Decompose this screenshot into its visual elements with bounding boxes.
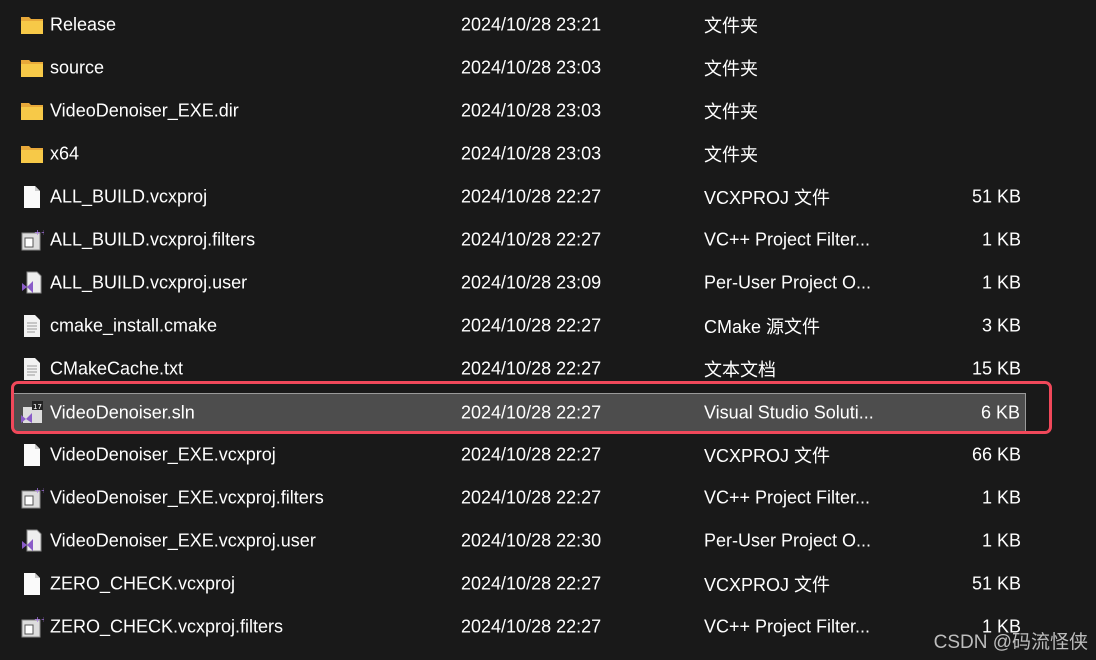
- file-date: 2024/10/28 22:27: [461, 402, 602, 422]
- folder-icon: [20, 13, 44, 37]
- file-name: x64: [50, 143, 80, 164]
- file-type: Per-User Project O...: [704, 530, 872, 551]
- file-row[interactable]: ++ ALL_BUILD.vcxproj.filters 2024/10/28 …: [12, 221, 1026, 259]
- file-date: 2024/10/28 22:27: [461, 444, 602, 465]
- blank-file-icon: [20, 443, 44, 467]
- file-date: 2024/10/28 22:27: [461, 487, 602, 508]
- file-type: VC++ Project Filter...: [704, 616, 871, 637]
- file-type: VCXPROJ 文件: [704, 446, 831, 466]
- file-row[interactable]: x64 2024/10/28 23:03 文件夹: [12, 135, 1026, 173]
- svg-text:++: ++: [34, 228, 44, 237]
- file-row[interactable]: VideoDenoiser_EXE.dir 2024/10/28 23:03 文…: [12, 92, 1026, 130]
- file-size: 1 KB: [981, 487, 1021, 508]
- file-row[interactable]: 17 VideoDenoiser.sln 2024/10/28 22:27 Vi…: [12, 393, 1026, 431]
- file-row[interactable]: ALL_BUILD.vcxproj 2024/10/28 22:27 VCXPR…: [12, 178, 1026, 216]
- file-date: 2024/10/28 23:03: [461, 143, 602, 164]
- file-name: CMakeCache.txt: [50, 358, 184, 379]
- file-size: 6 KB: [980, 402, 1020, 422]
- file-row[interactable]: cmake_install.cmake 2024/10/28 22:27 CMa…: [12, 307, 1026, 345]
- file-name: VideoDenoiser.sln: [50, 402, 195, 422]
- file-type: 文件夹: [704, 16, 758, 36]
- vs-solution-icon: 17: [20, 400, 44, 425]
- filters-file-icon: ++: [20, 615, 47, 639]
- file-type: VC++ Project Filter...: [704, 229, 871, 250]
- file-name: VideoDenoiser_EXE.dir: [50, 100, 239, 121]
- folder-icon: [20, 56, 44, 80]
- file-size: 1 KB: [981, 229, 1021, 250]
- file-row[interactable]: ++ ZERO_CHECK.vcxproj.filters 2024/10/28…: [12, 608, 1026, 646]
- file-name: VideoDenoiser_EXE.vcxproj.user: [50, 530, 316, 551]
- file-type: 文件夹: [704, 59, 758, 79]
- file-name: source: [50, 57, 105, 78]
- file-date: 2024/10/28 22:27: [461, 186, 602, 207]
- file-size: 1 KB: [981, 530, 1021, 551]
- file-size: 66 KB: [971, 444, 1021, 465]
- file-row[interactable]: VideoDenoiser_EXE.vcxproj 2024/10/28 22:…: [12, 436, 1026, 474]
- file-type: VCXPROJ 文件: [704, 575, 831, 595]
- text-file-icon: [20, 314, 44, 338]
- file-date: 2024/10/28 22:27: [461, 229, 602, 250]
- file-date: 2024/10/28 22:27: [461, 573, 602, 594]
- file-name: ALL_BUILD.vcxproj: [50, 186, 208, 207]
- filters-file-icon: ++: [20, 486, 47, 510]
- file-type: VC++ Project Filter...: [704, 487, 871, 508]
- file-type: 文本文档: [704, 360, 776, 380]
- file-name: VideoDenoiser_EXE.vcxproj.filters: [50, 487, 324, 508]
- file-row[interactable]: source 2024/10/28 23:03 文件夹: [12, 49, 1026, 87]
- vs-user-file-icon: [20, 271, 44, 295]
- file-row[interactable]: Release 2024/10/28 23:21 文件夹: [12, 6, 1026, 44]
- file-type: 文件夹: [704, 145, 758, 165]
- blank-file-icon: [20, 572, 44, 596]
- file-row[interactable]: VideoDenoiser_EXE.vcxproj.user 2024/10/2…: [12, 522, 1026, 560]
- file-date: 2024/10/28 22:27: [461, 358, 602, 379]
- text-file-icon: [20, 357, 44, 381]
- svg-text:++: ++: [34, 615, 44, 624]
- folder-icon: [20, 142, 44, 166]
- file-name: cmake_install.cmake: [50, 315, 218, 336]
- file-size: 3 KB: [981, 315, 1021, 336]
- file-row[interactable]: ZERO_CHECK.vcxproj 2024/10/28 22:27 VCXP…: [12, 565, 1026, 603]
- file-name: ZERO_CHECK.vcxproj: [50, 573, 236, 594]
- file-date: 2024/10/28 23:03: [461, 57, 602, 78]
- file-size: 51 KB: [971, 186, 1021, 207]
- svg-text:++: ++: [34, 486, 44, 495]
- file-name: ALL_BUILD.vcxproj.user: [50, 272, 248, 293]
- blank-file-icon: [20, 185, 44, 209]
- file-row[interactable]: ++ VideoDenoiser_EXE.vcxproj.filters 202…: [12, 479, 1026, 517]
- folder-icon: [20, 99, 44, 123]
- watermark: CSDN @码流怪侠: [933, 632, 1088, 653]
- file-type: Visual Studio Soluti...: [704, 402, 874, 422]
- file-name: VideoDenoiser_EXE.vcxproj: [50, 444, 276, 465]
- file-name: ALL_BUILD.vcxproj.filters: [50, 229, 256, 250]
- file-type: 文件夹: [704, 102, 758, 122]
- file-type: VCXPROJ 文件: [704, 188, 831, 208]
- vs-version-badge: 17: [33, 403, 42, 411]
- file-date: 2024/10/28 23:03: [461, 100, 602, 121]
- file-name: ZERO_CHECK.vcxproj.filters: [50, 616, 284, 637]
- file-row[interactable]: ALL_BUILD.vcxproj.user 2024/10/28 23:09 …: [12, 264, 1026, 302]
- filters-file-icon: ++: [20, 228, 47, 252]
- file-size: 15 KB: [971, 358, 1021, 379]
- vs-user-file-icon: [20, 529, 44, 553]
- file-date: 2024/10/28 22:27: [461, 616, 602, 637]
- file-size: 51 KB: [971, 573, 1021, 594]
- file-row[interactable]: CMakeCache.txt 2024/10/28 22:27 文本文档 15 …: [12, 350, 1026, 388]
- file-name: Release: [50, 14, 117, 35]
- file-date: 2024/10/28 23:09: [461, 272, 602, 293]
- file-date: 2024/10/28 23:21: [461, 14, 602, 35]
- file-date: 2024/10/28 22:27: [461, 315, 602, 336]
- file-date: 2024/10/28 22:30: [461, 530, 602, 551]
- file-type: Per-User Project O...: [704, 272, 872, 293]
- file-size: 1 KB: [981, 272, 1021, 293]
- file-type: CMake 源文件: [704, 317, 821, 337]
